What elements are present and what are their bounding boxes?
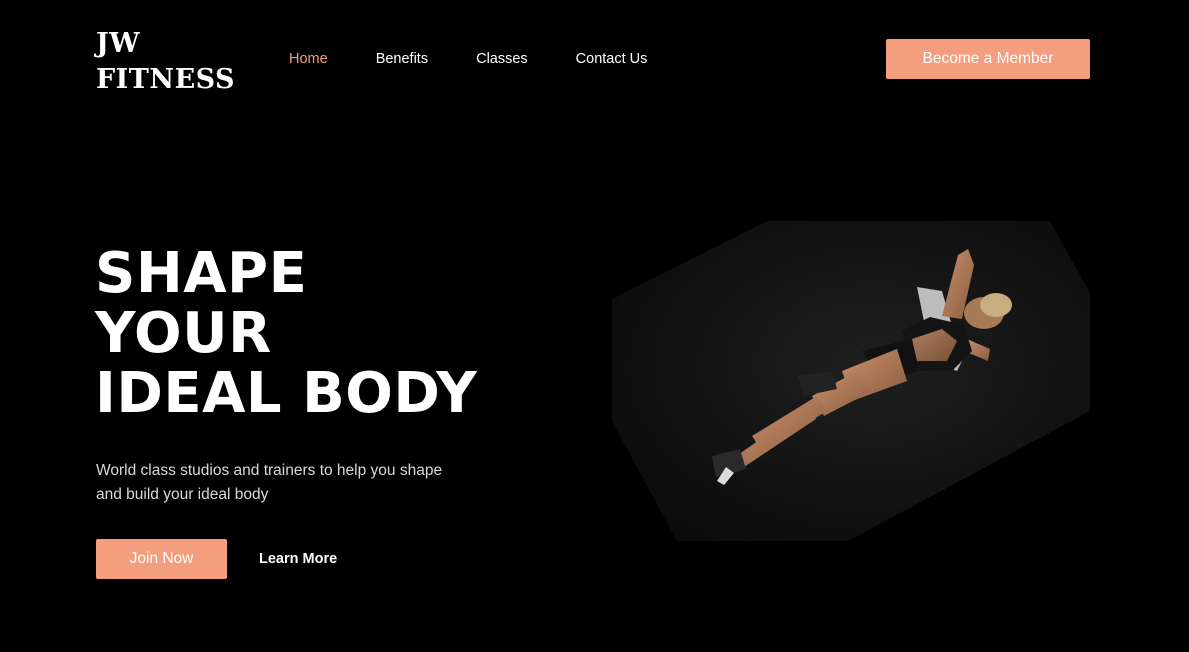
hero-title: SHAPE YOUR IDEAL BODY bbox=[95, 244, 477, 424]
main-nav: Home Benefits Classes Contact Us bbox=[289, 50, 695, 68]
nav-item-contact-us[interactable]: Contact Us bbox=[576, 50, 648, 68]
join-now-button[interactable]: Join Now bbox=[96, 539, 227, 579]
become-member-button[interactable]: Become a Member bbox=[886, 39, 1090, 79]
nav-item-classes[interactable]: Classes bbox=[476, 50, 528, 68]
logo-line-2: FITNESS bbox=[96, 64, 236, 95]
logo-line-1: JW bbox=[96, 28, 141, 59]
hero-image bbox=[612, 221, 1090, 541]
woman-doing-crunches-photo-icon bbox=[612, 221, 1090, 541]
learn-more-link[interactable]: Learn More bbox=[259, 550, 337, 568]
logo[interactable]: JW FITNESS bbox=[96, 26, 235, 98]
nav-item-home[interactable]: Home bbox=[289, 50, 328, 68]
hero-title-line-3: IDEAL BODY bbox=[95, 361, 478, 426]
hero-title-line-1: SHAPE bbox=[95, 241, 308, 306]
hero-subtitle: World class studios and trainers to help… bbox=[96, 462, 443, 503]
nav-item-benefits[interactable]: Benefits bbox=[376, 50, 428, 68]
hero-title-line-2: YOUR bbox=[95, 301, 272, 366]
